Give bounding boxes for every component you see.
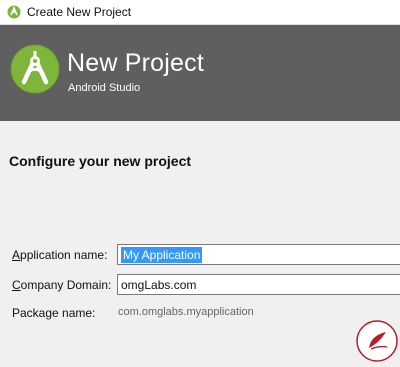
company-domain-input[interactable]: omgLabs.com: [117, 274, 400, 295]
android-studio-icon: [7, 5, 21, 19]
watermark-logo: [356, 320, 398, 362]
application-name-label-text: pplication name:: [20, 248, 108, 262]
window-titlebar: Create New Project: [0, 0, 400, 25]
application-name-input[interactable]: My Application: [117, 244, 400, 265]
window-title: Create New Project: [27, 5, 132, 19]
application-name-accelerator: A: [12, 248, 21, 262]
android-studio-logo: [10, 44, 60, 94]
company-domain-value: omgLabs.com: [121, 277, 197, 292]
company-domain-label: Company Domain:: [12, 278, 111, 292]
banner-heading: New Project: [67, 49, 204, 77]
company-domain-label-text: ompany Domain:: [20, 278, 112, 292]
application-name-label: Application name:: [12, 248, 107, 262]
package-name-label: Package name:: [12, 306, 96, 320]
package-name-value: com.omglabs.myapplication: [118, 306, 254, 318]
banner-subheading: Android Studio: [68, 82, 141, 94]
application-name-value: My Application: [121, 246, 203, 263]
form-panel: Configure your new project Application n…: [0, 122, 400, 364]
company-domain-accelerator: C: [12, 278, 21, 292]
header-banner: New Project Android Studio: [0, 25, 400, 121]
section-title: Configure your new project: [9, 153, 192, 169]
